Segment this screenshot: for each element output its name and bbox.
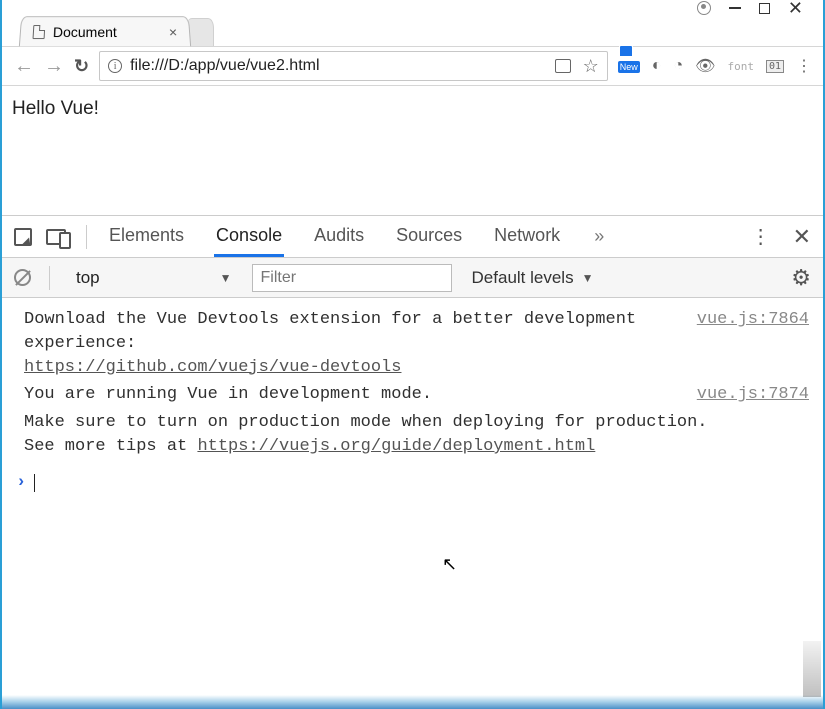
window-minimize-button[interactable] bbox=[729, 7, 741, 9]
tab-title: Document bbox=[53, 24, 117, 40]
extension-font-icon[interactable]: font bbox=[727, 60, 754, 73]
devtools-tabs: Elements Console Audits Sources Network bbox=[107, 217, 562, 257]
levels-label: Default levels bbox=[472, 268, 574, 288]
log-levels-dropdown[interactable]: Default levels ▼ bbox=[472, 268, 594, 288]
message-text: You are running Vue in development mode. bbox=[24, 385, 432, 404]
text-cursor bbox=[34, 474, 35, 492]
separator bbox=[86, 225, 87, 249]
chevron-down-icon: ▼ bbox=[582, 271, 594, 285]
devtools-toolbar: Elements Console Audits Sources Network … bbox=[2, 216, 823, 258]
inspect-element-icon[interactable] bbox=[14, 228, 32, 246]
tab-sources[interactable]: Sources bbox=[394, 217, 464, 257]
message-text: Download the Vue Devtools extension for … bbox=[24, 310, 636, 353]
tab-strip: Document × bbox=[2, 14, 823, 46]
site-info-icon[interactable]: i bbox=[108, 59, 122, 73]
console-output: Download the Vue Devtools extension for … bbox=[2, 298, 823, 505]
message-text: See more tips at bbox=[24, 437, 197, 456]
tab-elements[interactable]: Elements bbox=[107, 217, 186, 257]
url-text: file:///D:/app/vue/vue2.html bbox=[130, 57, 547, 75]
omnibox[interactable]: i file:///D:/app/vue/vue2.html ☆ bbox=[99, 51, 608, 81]
toggle-device-icon[interactable] bbox=[46, 229, 66, 245]
address-bar: ← → ↻ i file:///D:/app/vue/vue2.html ☆ N… bbox=[2, 46, 823, 86]
prompt-arrow-icon: › bbox=[16, 471, 26, 495]
separator bbox=[49, 266, 50, 290]
message-link[interactable]: https://vuejs.org/guide/deployment.html bbox=[197, 437, 595, 456]
tab-audits[interactable]: Audits bbox=[312, 217, 366, 257]
console-prompt[interactable]: › bbox=[16, 471, 809, 495]
mouse-cursor-icon: ↖ bbox=[442, 554, 457, 575]
reload-button[interactable]: ↻ bbox=[74, 56, 89, 77]
browser-menu-button[interactable]: ⋮ bbox=[796, 56, 811, 76]
message-text: Make sure to turn on production mode whe… bbox=[24, 413, 708, 432]
more-tabs-icon[interactable]: » bbox=[594, 226, 602, 247]
window-titlebar: ✕ bbox=[2, 0, 823, 14]
tab-console[interactable]: Console bbox=[214, 217, 284, 257]
browser-tab[interactable]: Document × bbox=[19, 16, 191, 46]
context-label: top bbox=[76, 268, 100, 288]
nav-forward-button[interactable]: → bbox=[44, 55, 64, 78]
devtools-menu-button[interactable]: ⋮ bbox=[751, 224, 771, 249]
message-link[interactable]: https://github.com/vuejs/vue-devtools bbox=[24, 358, 401, 377]
tab-close-icon[interactable]: × bbox=[168, 24, 177, 40]
console-filter-bar: top ▼ Default levels ▼ ⚙ bbox=[2, 258, 823, 298]
console-message: Download the Vue Devtools extension for … bbox=[16, 308, 809, 379]
window-edge-shadow bbox=[803, 641, 821, 697]
new-tab-button[interactable] bbox=[188, 18, 214, 46]
extension-new-icon[interactable]: New bbox=[618, 57, 640, 75]
nav-back-button[interactable]: ← bbox=[14, 55, 34, 78]
page-viewport: Hello Vue! bbox=[2, 86, 823, 216]
console-filter-input[interactable] bbox=[252, 264, 452, 292]
console-settings-icon[interactable]: ⚙ bbox=[791, 265, 811, 291]
message-source-link[interactable]: vue.js:7864 bbox=[681, 308, 809, 332]
extension-binary-icon[interactable]: 01 bbox=[766, 60, 784, 73]
devtools-close-button[interactable]: ✕ bbox=[793, 224, 811, 250]
execution-context-dropdown[interactable]: top ▼ bbox=[68, 268, 240, 288]
extension-clock-icon[interactable]: ◔ bbox=[673, 57, 683, 75]
tab-network[interactable]: Network bbox=[492, 217, 562, 257]
console-message: Make sure to turn on production mode whe… bbox=[16, 411, 809, 459]
bookmark-star-icon[interactable]: ☆ bbox=[583, 56, 599, 77]
taskbar-edge bbox=[2, 695, 823, 709]
translate-icon[interactable] bbox=[555, 59, 571, 73]
chevron-down-icon: ▼ bbox=[220, 271, 232, 285]
window-maximize-button[interactable] bbox=[759, 3, 770, 14]
extension-sphere-icon[interactable]: ◐ bbox=[652, 57, 662, 75]
extensions-area: New ◐ ◔ 👁 font 01 ⋮ bbox=[618, 56, 811, 76]
console-message: You are running Vue in development mode.… bbox=[16, 383, 809, 407]
document-icon bbox=[33, 25, 46, 39]
user-profile-icon[interactable] bbox=[697, 1, 711, 15]
page-text: Hello Vue! bbox=[12, 98, 99, 119]
extension-eye-icon[interactable]: 👁 bbox=[695, 56, 715, 76]
clear-console-icon[interactable] bbox=[14, 269, 31, 286]
message-source-link[interactable]: vue.js:7874 bbox=[681, 383, 809, 407]
window-close-button[interactable]: ✕ bbox=[788, 0, 803, 17]
